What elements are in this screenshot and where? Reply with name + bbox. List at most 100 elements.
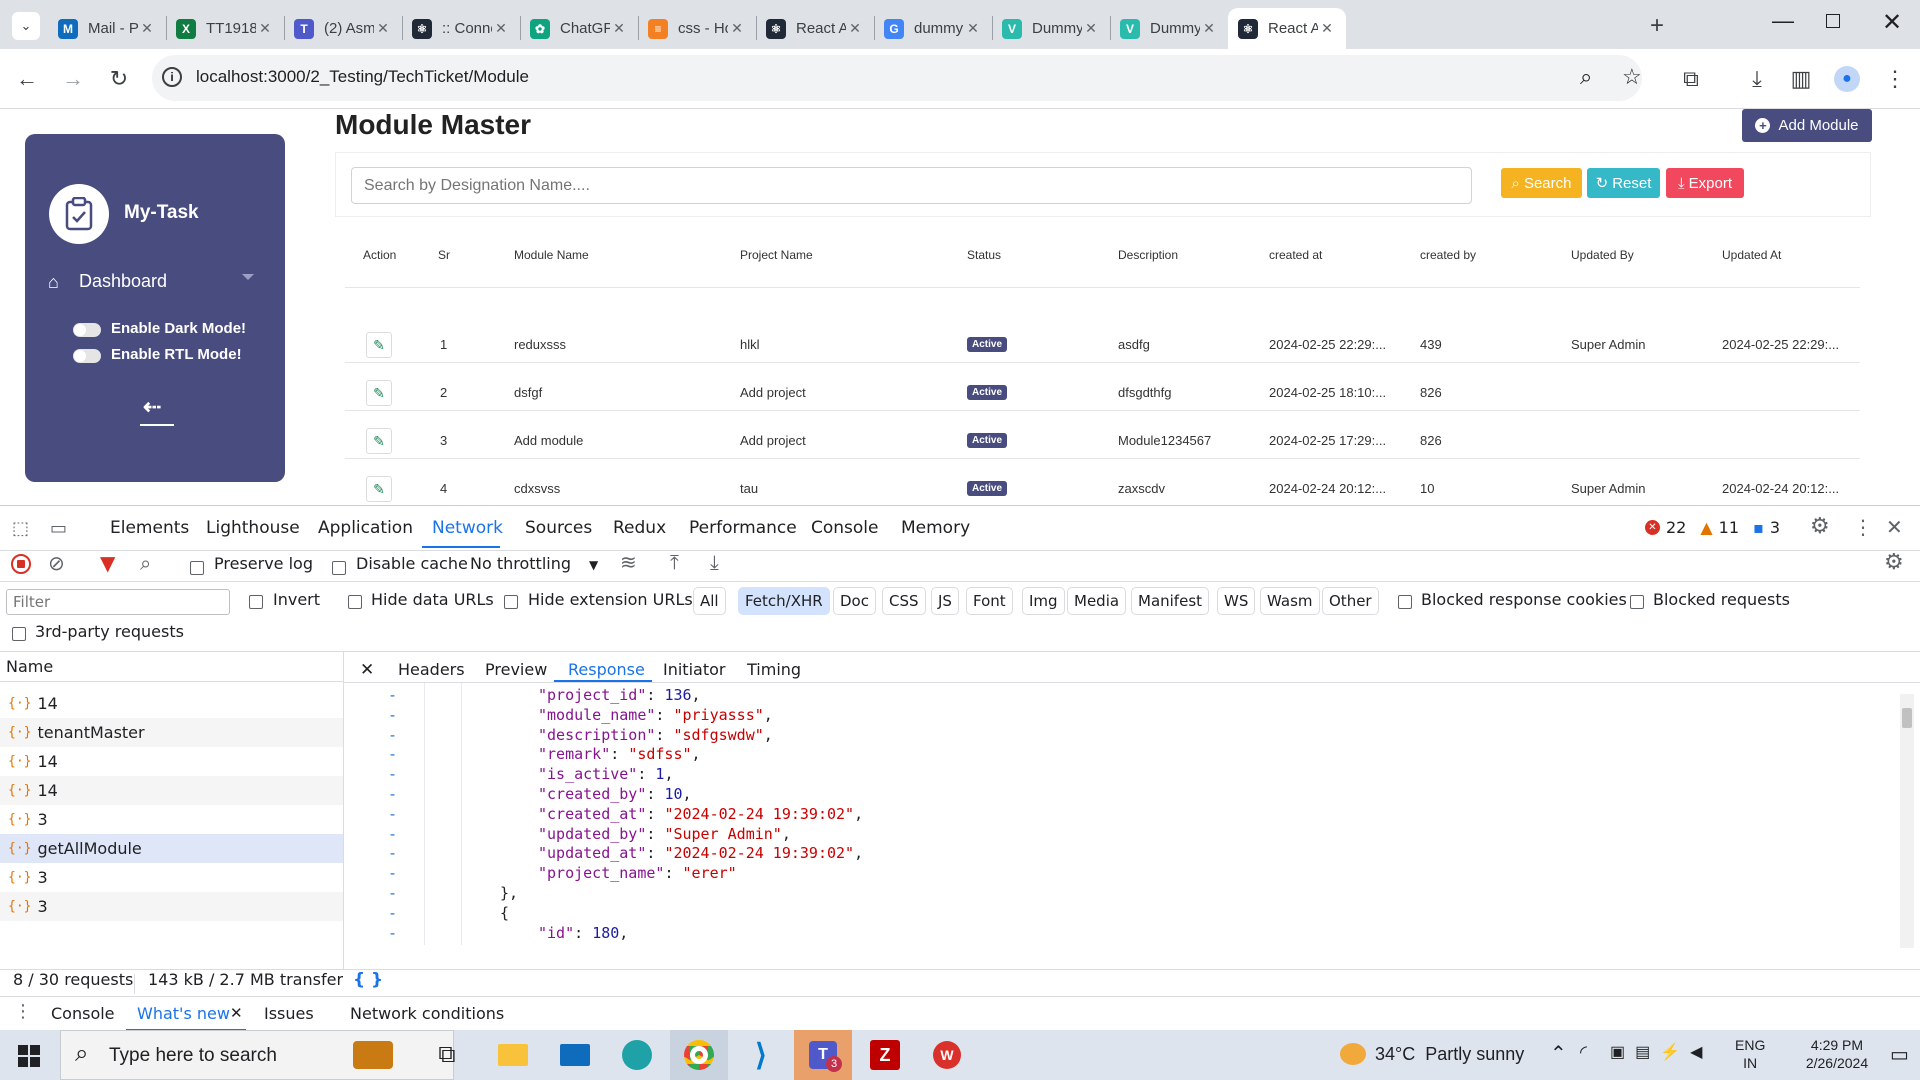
request-row[interactable]: {·} 14: [0, 747, 343, 776]
search-button[interactable]: ⌕ Search: [1501, 168, 1582, 198]
chrome-icon[interactable]: [670, 1030, 728, 1080]
notification-icon[interactable]: ▭: [1890, 1042, 1909, 1067]
close-window-icon[interactable]: ✕: [1882, 8, 1902, 37]
url-text[interactable]: localhost:3000/2_Testing/TechTicket/Modu…: [196, 67, 529, 87]
request-row[interactable]: {·} 3: [0, 863, 343, 892]
extensions-icon[interactable]: ⧉: [1676, 64, 1706, 94]
drawer-tab[interactable]: Network conditions: [350, 1004, 504, 1023]
browser-tab[interactable]: Gdummy ✕: [874, 8, 992, 49]
new-tab-icon[interactable]: +: [1650, 12, 1664, 40]
restore-icon[interactable]: [1826, 14, 1840, 28]
record-icon[interactable]: [11, 554, 31, 574]
edge-icon[interactable]: [608, 1030, 666, 1080]
caret-down-icon[interactable]: [242, 274, 254, 280]
detail-tab-timing[interactable]: Timing: [747, 660, 801, 679]
filezilla-icon[interactable]: Z: [856, 1030, 914, 1080]
drawer-tab[interactable]: What's new: [137, 1004, 230, 1023]
site-info-icon[interactable]: i: [162, 67, 182, 87]
minimize-icon[interactable]: —: [1772, 8, 1794, 34]
devtools-close-icon[interactable]: ✕: [1886, 515, 1903, 539]
filter-chip-ws[interactable]: WS: [1217, 587, 1256, 615]
filter-chip-img[interactable]: Img: [1022, 587, 1065, 615]
pretty-print-icon[interactable]: { }: [353, 965, 383, 995]
tab-close-icon[interactable]: ✕: [138, 20, 156, 37]
sidepanel-icon[interactable]: ▥: [1786, 64, 1816, 94]
windows-start-icon[interactable]: [18, 1045, 40, 1067]
column-header[interactable]: created by: [1420, 248, 1476, 262]
name-column-header[interactable]: Name: [0, 652, 343, 682]
third-party-checkbox[interactable]: [12, 627, 26, 641]
filter-input[interactable]: [6, 589, 230, 615]
search-input[interactable]: [351, 167, 1472, 204]
filter-chip-manifest[interactable]: Manifest: [1131, 587, 1210, 615]
blocked-requests-checkbox[interactable]: [1630, 595, 1644, 609]
drawer-tab[interactable]: Console: [51, 1004, 115, 1023]
edit-icon[interactable]: ✎: [366, 380, 392, 406]
file-explorer-icon[interactable]: [484, 1030, 542, 1080]
export-har-icon[interactable]: ⤓: [710, 550, 719, 574]
devtools-tab-network[interactable]: Network: [432, 518, 503, 538]
devtools-tab-memory[interactable]: Memory: [901, 518, 970, 538]
filter-chip-doc[interactable]: Doc: [833, 587, 876, 615]
detail-tab-response[interactable]: Response: [568, 660, 645, 679]
zoom-icon[interactable]: ⌕: [1580, 64, 1592, 90]
tab-close-icon[interactable]: ✕: [374, 20, 392, 37]
request-row[interactable]: {·} 14: [0, 776, 343, 805]
browser-tab[interactable]: T (2) Asmi ✕: [284, 8, 402, 49]
filter-chip-all[interactable]: All: [693, 587, 726, 615]
profile-avatar[interactable]: ●: [1832, 64, 1862, 94]
drawer-menu-icon[interactable]: ⋮: [14, 1001, 32, 1022]
forward-icon[interactable]: →: [58, 64, 88, 94]
dark-mode-toggle[interactable]: [73, 323, 101, 337]
reload-icon[interactable]: ↻: [104, 64, 134, 94]
edit-icon[interactable]: ✎: [366, 476, 392, 502]
inspect-element-icon[interactable]: ⬚: [12, 518, 29, 539]
reset-button[interactable]: ↻ Reset: [1587, 168, 1660, 198]
tray-chevron-icon[interactable]: ⌃: [1550, 1041, 1567, 1066]
request-row[interactable]: {·} 3: [0, 805, 343, 834]
teams-icon[interactable]: T3: [794, 1030, 852, 1080]
mail-icon[interactable]: [546, 1030, 604, 1080]
devtools-tab-console[interactable]: Console: [811, 518, 879, 538]
browser-tab[interactable]: ≡ css - Ho ✕: [638, 8, 756, 49]
wps-icon[interactable]: W: [918, 1030, 976, 1080]
disable-cache-checkbox[interactable]: [332, 561, 346, 575]
request-row[interactable]: {·} tenantMaster: [0, 718, 343, 747]
tab-close-icon[interactable]: ✕: [964, 20, 982, 37]
column-header[interactable]: Status: [967, 248, 1001, 262]
nav-dashboard[interactable]: Dashboard: [79, 271, 167, 292]
devtools-tab-sources[interactable]: Sources: [525, 518, 592, 538]
blocked-cookies-checkbox[interactable]: [1398, 595, 1412, 609]
collapse-sidebar-icon[interactable]: ⇠: [140, 394, 174, 426]
tab-close-icon[interactable]: ✕: [1082, 20, 1100, 37]
address-bar[interactable]: i localhost:3000/2_Testing/TechTicket/Mo…: [152, 55, 1642, 101]
filter-chip-other[interactable]: Other: [1322, 587, 1379, 615]
back-icon[interactable]: ←: [12, 64, 42, 94]
add-module-button[interactable]: + Add Module: [1742, 109, 1872, 142]
wifi-icon[interactable]: ◜: [1580, 1042, 1587, 1063]
clear-icon[interactable]: ⊘: [48, 551, 65, 575]
request-row[interactable]: {·} 3: [0, 892, 343, 921]
rtl-mode-toggle[interactable]: [73, 349, 101, 363]
request-row[interactable]: {·} 14: [0, 689, 343, 718]
devtools-tab-performance[interactable]: Performance: [689, 518, 797, 538]
taskbar-search[interactable]: ⌕ Type here to search: [60, 1030, 454, 1080]
browser-tab[interactable]: M Mail - Pr✕: [48, 8, 166, 49]
browser-menu-icon[interactable]: ⋮: [1880, 64, 1910, 94]
filter-chip-media[interactable]: Media: [1067, 587, 1127, 615]
browser-tab[interactable]: ⚛:: Conne✕: [402, 8, 520, 49]
import-har-icon[interactable]: ⤒: [670, 550, 679, 574]
request-row[interactable]: {·} getAllModule: [0, 834, 343, 863]
detail-tab-preview[interactable]: Preview: [485, 660, 547, 679]
clock[interactable]: 4:29 PM 2/26/2024: [1800, 1036, 1874, 1072]
devtools-tab-application[interactable]: Application: [318, 518, 413, 538]
column-header[interactable]: Action: [363, 248, 396, 262]
filter-chip-js[interactable]: JS: [931, 587, 959, 615]
filter-chip-font[interactable]: Font: [966, 587, 1013, 615]
drawer-tab[interactable]: Issues: [264, 1004, 314, 1023]
tray-icons[interactable]: ▣▤⚡◀: [1610, 1042, 1712, 1062]
error-count[interactable]: ✕ 22 ▲ 11 ▪ 3: [1645, 518, 1780, 537]
tab-close-icon[interactable]: ✕: [1200, 20, 1218, 37]
tab-close-icon[interactable]: ✕: [728, 20, 746, 37]
column-header[interactable]: Updated By: [1571, 248, 1634, 262]
